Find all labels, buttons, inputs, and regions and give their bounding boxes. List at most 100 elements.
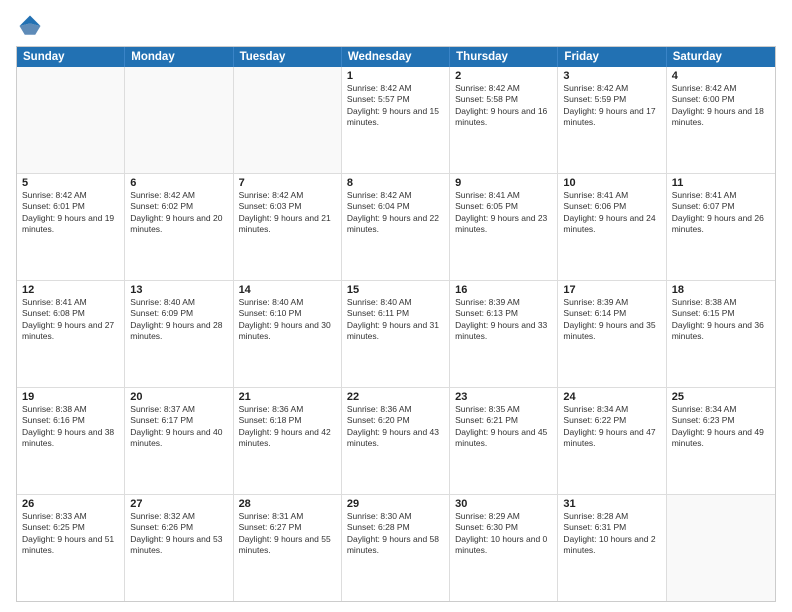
day-number: 25 (672, 391, 770, 403)
day-number: 30 (455, 498, 552, 510)
day-info: Sunrise: 8:30 AM Sunset: 6:28 PM Dayligh… (347, 511, 444, 557)
day-cell-7: 7Sunrise: 8:42 AM Sunset: 6:03 PM Daylig… (234, 174, 342, 280)
day-info: Sunrise: 8:41 AM Sunset: 6:08 PM Dayligh… (22, 297, 119, 343)
day-number: 8 (347, 177, 444, 189)
day-info: Sunrise: 8:32 AM Sunset: 6:26 PM Dayligh… (130, 511, 227, 557)
day-cell-31: 31Sunrise: 8:28 AM Sunset: 6:31 PM Dayli… (558, 495, 666, 601)
day-info: Sunrise: 8:42 AM Sunset: 6:04 PM Dayligh… (347, 190, 444, 236)
logo (16, 12, 48, 40)
day-number: 3 (563, 70, 660, 82)
empty-cell (17, 67, 125, 173)
day-number: 11 (672, 177, 770, 189)
day-cell-5: 5Sunrise: 8:42 AM Sunset: 6:01 PM Daylig… (17, 174, 125, 280)
day-info: Sunrise: 8:41 AM Sunset: 6:07 PM Dayligh… (672, 190, 770, 236)
weekday-header-wednesday: Wednesday (342, 47, 450, 67)
day-cell-9: 9Sunrise: 8:41 AM Sunset: 6:05 PM Daylig… (450, 174, 558, 280)
day-number: 2 (455, 70, 552, 82)
calendar-header: SundayMondayTuesdayWednesdayThursdayFrid… (17, 47, 775, 67)
calendar-row-4: 19Sunrise: 8:38 AM Sunset: 6:16 PM Dayli… (17, 388, 775, 495)
day-cell-30: 30Sunrise: 8:29 AM Sunset: 6:30 PM Dayli… (450, 495, 558, 601)
day-info: Sunrise: 8:36 AM Sunset: 6:20 PM Dayligh… (347, 404, 444, 450)
day-info: Sunrise: 8:36 AM Sunset: 6:18 PM Dayligh… (239, 404, 336, 450)
day-info: Sunrise: 8:41 AM Sunset: 6:05 PM Dayligh… (455, 190, 552, 236)
day-info: Sunrise: 8:33 AM Sunset: 6:25 PM Dayligh… (22, 511, 119, 557)
weekday-header-thursday: Thursday (450, 47, 558, 67)
day-cell-14: 14Sunrise: 8:40 AM Sunset: 6:10 PM Dayli… (234, 281, 342, 387)
header (16, 12, 776, 40)
day-cell-27: 27Sunrise: 8:32 AM Sunset: 6:26 PM Dayli… (125, 495, 233, 601)
day-cell-24: 24Sunrise: 8:34 AM Sunset: 6:22 PM Dayli… (558, 388, 666, 494)
day-cell-3: 3Sunrise: 8:42 AM Sunset: 5:59 PM Daylig… (558, 67, 666, 173)
day-cell-29: 29Sunrise: 8:30 AM Sunset: 6:28 PM Dayli… (342, 495, 450, 601)
day-cell-2: 2Sunrise: 8:42 AM Sunset: 5:58 PM Daylig… (450, 67, 558, 173)
day-number: 5 (22, 177, 119, 189)
day-cell-6: 6Sunrise: 8:42 AM Sunset: 6:02 PM Daylig… (125, 174, 233, 280)
day-cell-22: 22Sunrise: 8:36 AM Sunset: 6:20 PM Dayli… (342, 388, 450, 494)
empty-cell (125, 67, 233, 173)
day-info: Sunrise: 8:41 AM Sunset: 6:06 PM Dayligh… (563, 190, 660, 236)
calendar-row-1: 1Sunrise: 8:42 AM Sunset: 5:57 PM Daylig… (17, 67, 775, 174)
day-cell-23: 23Sunrise: 8:35 AM Sunset: 6:21 PM Dayli… (450, 388, 558, 494)
day-info: Sunrise: 8:35 AM Sunset: 6:21 PM Dayligh… (455, 404, 552, 450)
weekday-header-monday: Monday (125, 47, 233, 67)
day-number: 16 (455, 284, 552, 296)
day-number: 4 (672, 70, 770, 82)
day-number: 23 (455, 391, 552, 403)
day-number: 24 (563, 391, 660, 403)
day-number: 22 (347, 391, 444, 403)
day-number: 28 (239, 498, 336, 510)
weekday-header-sunday: Sunday (17, 47, 125, 67)
day-cell-18: 18Sunrise: 8:38 AM Sunset: 6:15 PM Dayli… (667, 281, 775, 387)
day-cell-21: 21Sunrise: 8:36 AM Sunset: 6:18 PM Dayli… (234, 388, 342, 494)
weekday-header-saturday: Saturday (667, 47, 775, 67)
day-cell-11: 11Sunrise: 8:41 AM Sunset: 6:07 PM Dayli… (667, 174, 775, 280)
day-info: Sunrise: 8:40 AM Sunset: 6:11 PM Dayligh… (347, 297, 444, 343)
day-cell-26: 26Sunrise: 8:33 AM Sunset: 6:25 PM Dayli… (17, 495, 125, 601)
day-info: Sunrise: 8:39 AM Sunset: 6:13 PM Dayligh… (455, 297, 552, 343)
day-info: Sunrise: 8:38 AM Sunset: 6:15 PM Dayligh… (672, 297, 770, 343)
day-info: Sunrise: 8:29 AM Sunset: 6:30 PM Dayligh… (455, 511, 552, 557)
calendar-row-3: 12Sunrise: 8:41 AM Sunset: 6:08 PM Dayli… (17, 281, 775, 388)
day-number: 27 (130, 498, 227, 510)
day-cell-19: 19Sunrise: 8:38 AM Sunset: 6:16 PM Dayli… (17, 388, 125, 494)
page: SundayMondayTuesdayWednesdayThursdayFrid… (0, 0, 792, 612)
day-cell-10: 10Sunrise: 8:41 AM Sunset: 6:06 PM Dayli… (558, 174, 666, 280)
day-cell-28: 28Sunrise: 8:31 AM Sunset: 6:27 PM Dayli… (234, 495, 342, 601)
day-cell-4: 4Sunrise: 8:42 AM Sunset: 6:00 PM Daylig… (667, 67, 775, 173)
day-info: Sunrise: 8:42 AM Sunset: 6:00 PM Dayligh… (672, 83, 770, 129)
day-info: Sunrise: 8:42 AM Sunset: 6:02 PM Dayligh… (130, 190, 227, 236)
logo-icon (16, 12, 44, 40)
day-number: 18 (672, 284, 770, 296)
day-number: 20 (130, 391, 227, 403)
day-number: 7 (239, 177, 336, 189)
day-info: Sunrise: 8:37 AM Sunset: 6:17 PM Dayligh… (130, 404, 227, 450)
calendar: SundayMondayTuesdayWednesdayThursdayFrid… (16, 46, 776, 602)
day-info: Sunrise: 8:38 AM Sunset: 6:16 PM Dayligh… (22, 404, 119, 450)
calendar-row-5: 26Sunrise: 8:33 AM Sunset: 6:25 PM Dayli… (17, 495, 775, 601)
day-number: 14 (239, 284, 336, 296)
day-cell-17: 17Sunrise: 8:39 AM Sunset: 6:14 PM Dayli… (558, 281, 666, 387)
day-cell-20: 20Sunrise: 8:37 AM Sunset: 6:17 PM Dayli… (125, 388, 233, 494)
day-info: Sunrise: 8:40 AM Sunset: 6:10 PM Dayligh… (239, 297, 336, 343)
day-cell-13: 13Sunrise: 8:40 AM Sunset: 6:09 PM Dayli… (125, 281, 233, 387)
day-number: 1 (347, 70, 444, 82)
day-number: 17 (563, 284, 660, 296)
empty-cell (234, 67, 342, 173)
day-info: Sunrise: 8:42 AM Sunset: 6:03 PM Dayligh… (239, 190, 336, 236)
day-number: 21 (239, 391, 336, 403)
calendar-body: 1Sunrise: 8:42 AM Sunset: 5:57 PM Daylig… (17, 67, 775, 601)
day-info: Sunrise: 8:31 AM Sunset: 6:27 PM Dayligh… (239, 511, 336, 557)
day-cell-1: 1Sunrise: 8:42 AM Sunset: 5:57 PM Daylig… (342, 67, 450, 173)
calendar-row-2: 5Sunrise: 8:42 AM Sunset: 6:01 PM Daylig… (17, 174, 775, 281)
day-number: 6 (130, 177, 227, 189)
day-number: 31 (563, 498, 660, 510)
day-info: Sunrise: 8:42 AM Sunset: 6:01 PM Dayligh… (22, 190, 119, 236)
day-cell-25: 25Sunrise: 8:34 AM Sunset: 6:23 PM Dayli… (667, 388, 775, 494)
day-number: 13 (130, 284, 227, 296)
day-number: 10 (563, 177, 660, 189)
day-info: Sunrise: 8:40 AM Sunset: 6:09 PM Dayligh… (130, 297, 227, 343)
day-number: 19 (22, 391, 119, 403)
day-info: Sunrise: 8:42 AM Sunset: 5:57 PM Dayligh… (347, 83, 444, 129)
day-number: 15 (347, 284, 444, 296)
day-info: Sunrise: 8:34 AM Sunset: 6:22 PM Dayligh… (563, 404, 660, 450)
